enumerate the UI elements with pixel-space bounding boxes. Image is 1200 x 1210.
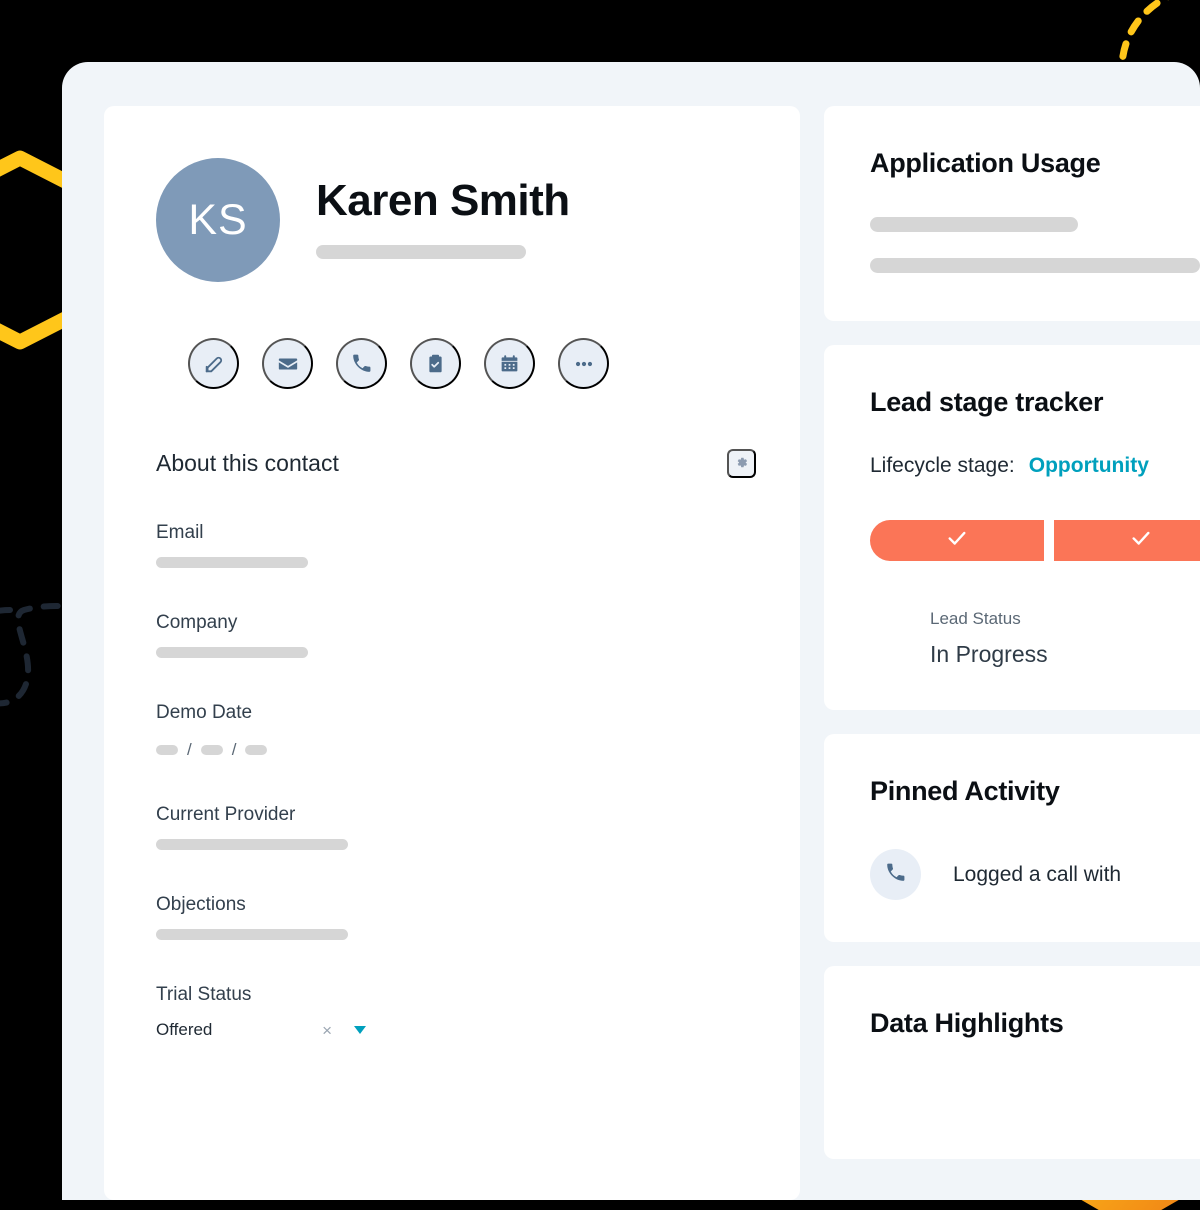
about-field-list: Email Company Demo Date / / Current Prov…	[156, 522, 756, 1040]
field-value-skeleton	[156, 929, 348, 940]
phone-icon	[885, 862, 906, 888]
field-demo-date: Demo Date / /	[156, 702, 756, 760]
about-section-title: About this contact	[156, 450, 339, 476]
lead-status-block: Lead Status In Progress	[870, 609, 1200, 668]
usage-skeleton-bar	[870, 258, 1200, 273]
meeting-button[interactable]	[484, 338, 535, 389]
calendar-icon	[499, 353, 520, 374]
field-label: Email	[156, 522, 204, 543]
lead-status-label: Lead Status	[930, 609, 1021, 628]
pinned-activity-title: Pinned Activity	[870, 776, 1060, 806]
lifecycle-stage-value[interactable]: Opportunity	[1029, 454, 1149, 478]
contact-action-row	[156, 338, 756, 389]
date-separator: /	[187, 740, 192, 759]
application-usage-panel: Application Usage	[824, 106, 1200, 321]
task-icon	[425, 353, 446, 374]
field-email: Email	[156, 522, 756, 568]
usage-skeleton-bar	[870, 217, 1078, 232]
field-label: Current Provider	[156, 804, 296, 825]
trial-status-value: Offered	[156, 1020, 213, 1039]
list-item[interactable]: Logged a call with	[870, 849, 1200, 900]
activity-phone-icon-chip	[870, 849, 921, 900]
task-button[interactable]	[410, 338, 461, 389]
pinned-activity-panel: Pinned Activity Logged a call with	[824, 734, 1200, 942]
about-section-header: About this contact	[156, 449, 756, 478]
edit-button[interactable]	[188, 338, 239, 389]
gear-icon	[734, 455, 749, 473]
date-value-skeleton: / /	[156, 740, 756, 760]
field-label: Objections	[156, 894, 246, 915]
email-button[interactable]	[262, 338, 313, 389]
trial-status-select[interactable]: Offered ×	[156, 1020, 366, 1040]
lead-stage-tracker-title: Lead stage tracker	[870, 387, 1104, 417]
field-objections: Objections	[156, 894, 756, 940]
edit-icon	[203, 353, 225, 375]
lifecycle-stage-label: Lifecycle stage:	[870, 454, 1015, 477]
stage-segment[interactable]	[870, 520, 1044, 561]
field-current-provider: Current Provider	[156, 804, 756, 850]
right-column: Application Usage Lead stage tracker Lif…	[824, 106, 1200, 1200]
activity-text: Logged a call with	[953, 862, 1122, 886]
data-highlights-panel: Data Highlights	[824, 966, 1200, 1159]
application-usage-title: Application Usage	[870, 148, 1101, 178]
field-value-skeleton	[156, 557, 308, 568]
more-icon	[573, 353, 595, 375]
chevron-down-icon[interactable]	[354, 1026, 366, 1034]
data-highlights-title: Data Highlights	[870, 1008, 1064, 1038]
field-label: Company	[156, 612, 238, 633]
clear-icon[interactable]: ×	[322, 1022, 332, 1039]
stage-segment[interactable]	[1054, 520, 1200, 561]
check-icon	[946, 527, 968, 554]
phone-icon	[351, 353, 372, 374]
contact-card: KS Karen Smith About this contact Email …	[104, 106, 800, 1200]
field-company: Company	[156, 612, 756, 658]
application-usage-skeletons	[870, 217, 1200, 273]
lead-status-value: In Progress	[930, 641, 1048, 667]
page-title: Karen Smith	[316, 175, 570, 225]
date-segment-month	[156, 745, 178, 755]
date-segment-year	[245, 745, 268, 755]
contact-subtitle-skeleton	[316, 245, 526, 260]
check-icon	[1130, 527, 1152, 554]
lead-stage-tracker-panel: Lead stage tracker Lifecycle stage: Oppo…	[824, 345, 1200, 710]
field-value-skeleton	[156, 839, 348, 850]
avatar: KS	[156, 158, 280, 282]
call-button[interactable]	[336, 338, 387, 389]
field-trial-status: Trial Status Offered ×	[156, 984, 756, 1040]
more-button[interactable]	[558, 338, 609, 389]
email-icon	[277, 353, 299, 375]
field-value-skeleton	[156, 647, 308, 658]
date-separator: /	[231, 740, 237, 759]
field-label: Trial Status	[156, 984, 252, 1005]
about-settings-button[interactable]	[727, 449, 756, 478]
app-window: KS Karen Smith About this contact Email …	[62, 62, 1200, 1200]
contact-identity: KS Karen Smith	[156, 158, 756, 282]
date-segment-day	[200, 745, 223, 755]
field-label: Demo Date	[156, 702, 253, 723]
lifecycle-stage-row: Lifecycle stage: Opportunity	[870, 454, 1200, 478]
stage-progress-bar	[870, 520, 1200, 561]
